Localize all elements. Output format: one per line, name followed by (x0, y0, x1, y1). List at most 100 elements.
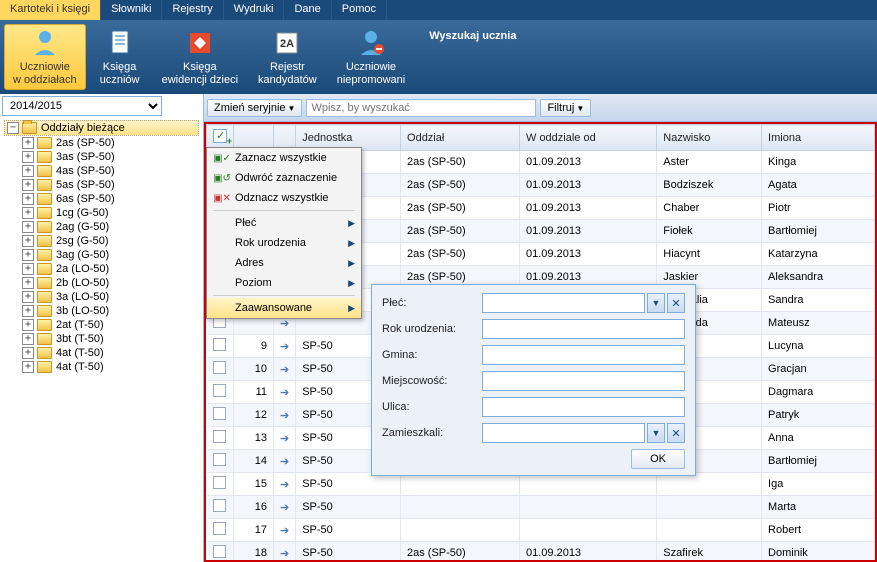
ctx-birth-year[interactable]: Rok urodzenia ▶ (207, 233, 361, 253)
row-checkbox[interactable] (213, 522, 226, 535)
popup-gmina-input[interactable] (482, 345, 685, 365)
expand-icon[interactable]: + (22, 319, 34, 331)
menubar-item[interactable]: Dane (284, 0, 331, 20)
ctx-address[interactable]: Adres ▶ (207, 253, 361, 273)
tree-node[interactable]: +2a (LO-50) (4, 262, 203, 276)
goto-icon[interactable]: ➔ (274, 519, 296, 542)
table-row[interactable]: 17➔SP-50Robert (207, 519, 875, 542)
tree-root[interactable]: − Oddziały bieżące (4, 120, 199, 136)
ctx-select-all[interactable]: ▣✓ Zaznacz wszystkie (207, 148, 361, 168)
popup-birth-input[interactable] (482, 319, 685, 339)
tree-node[interactable]: +2sg (G-50) (4, 234, 203, 248)
expand-icon[interactable]: + (22, 221, 34, 233)
expand-icon[interactable]: + (22, 361, 34, 373)
tree-node[interactable]: +3b (LO-50) (4, 304, 203, 318)
goto-icon[interactable]: ➔ (274, 358, 296, 381)
ribbon-search-label[interactable]: Wyszukaj ucznia (415, 24, 530, 90)
menubar-item[interactable]: Pomoc (332, 0, 387, 20)
expand-icon[interactable]: + (22, 347, 34, 359)
ok-button[interactable]: OK (631, 449, 685, 469)
tree-node[interactable]: +4as (SP-50) (4, 164, 203, 178)
goto-icon[interactable]: ➔ (274, 381, 296, 404)
goto-icon[interactable]: ➔ (274, 427, 296, 450)
row-checkbox[interactable] (213, 545, 226, 558)
tree-node[interactable]: +2b (LO-50) (4, 276, 203, 290)
change-serial-button[interactable]: Zmień seryjnie▼ (207, 99, 302, 117)
clear-icon[interactable]: ✕ (667, 423, 685, 443)
ctx-invert[interactable]: ▣↺ Odwróć zaznaczenie (207, 168, 361, 188)
clear-icon[interactable]: ✕ (667, 293, 685, 313)
popup-city-input[interactable] (482, 371, 685, 391)
tree-node[interactable]: +2ag (G-50) (4, 220, 203, 234)
dropdown-icon[interactable]: ▼ (647, 423, 665, 443)
goto-icon[interactable]: ➔ (274, 542, 296, 562)
tree-node[interactable]: +5as (SP-50) (4, 178, 203, 192)
goto-icon[interactable]: ➔ (274, 496, 296, 519)
dropdown-icon[interactable]: ▼ (647, 293, 665, 313)
row-checkbox[interactable] (213, 384, 226, 397)
expand-icon[interactable]: + (22, 179, 34, 191)
tree-node[interactable]: +3as (SP-50) (4, 150, 203, 164)
tree-node[interactable]: +2as (SP-50) (4, 136, 203, 150)
goto-icon[interactable]: ➔ (274, 335, 296, 358)
tree-node[interactable]: +3ag (G-50) (4, 248, 203, 262)
goto-icon[interactable]: ➔ (274, 450, 296, 473)
popup-sex-input[interactable] (482, 293, 645, 313)
ctx-advanced[interactable]: Zaawansowane ▶ (207, 298, 361, 318)
goto-icon[interactable]: ➔ (274, 404, 296, 427)
ctx-level[interactable]: Poziom ▶ (207, 273, 361, 293)
row-checkbox[interactable] (213, 499, 226, 512)
ctx-sex[interactable]: Płeć ▶ (207, 213, 361, 233)
header-imiona[interactable]: Imiona (762, 125, 875, 151)
row-checkbox[interactable] (213, 361, 226, 374)
popup-street-input[interactable] (482, 397, 685, 417)
expand-icon[interactable]: + (22, 291, 34, 303)
tree-node[interactable]: +2at (T-50) (4, 318, 203, 332)
expand-icon[interactable]: + (22, 333, 34, 345)
row-checkbox[interactable] (213, 453, 226, 466)
year-select[interactable]: 2014/2015 (2, 96, 162, 116)
tree-node[interactable]: +3a (LO-50) (4, 290, 203, 304)
popup-residents-input[interactable] (482, 423, 645, 443)
tree-node[interactable]: +4at (T-50) (4, 346, 203, 360)
ribbon-button[interactable]: 2ARejestrkandydatów (250, 24, 325, 90)
grid-search-input[interactable] (306, 99, 536, 117)
ribbon-button[interactable]: Księgaewidencji dzieci (154, 24, 246, 90)
tree-node[interactable]: +3bt (T-50) (4, 332, 203, 346)
row-checkbox[interactable] (213, 338, 226, 351)
filter-button[interactable]: Filtruj▼ (540, 99, 591, 117)
tree-node[interactable]: +1cg (G-50) (4, 206, 203, 220)
expand-icon[interactable]: + (22, 193, 34, 205)
table-row[interactable]: 16➔SP-50Marta (207, 496, 875, 519)
table-row[interactable]: 18➔SP-502as (SP-50)01.09.2013SzafirekDom… (207, 542, 875, 562)
expand-icon[interactable]: + (22, 277, 34, 289)
goto-icon[interactable]: ➔ (274, 473, 296, 496)
tree-node[interactable]: +4at (T-50) (4, 360, 203, 374)
expand-icon[interactable]: + (22, 305, 34, 317)
menubar-item[interactable]: Wydruki (224, 0, 285, 20)
expand-icon[interactable]: + (22, 263, 34, 275)
expand-icon[interactable]: + (22, 165, 34, 177)
ctx-deselect-all[interactable]: ▣✕ Odznacz wszystkie (207, 188, 361, 208)
row-checkbox[interactable] (213, 430, 226, 443)
header-nazwisko[interactable]: Nazwisko (657, 125, 762, 151)
ribbon-button[interactable]: Uczniowiew oddziałach (4, 24, 86, 90)
row-checkbox[interactable] (213, 407, 226, 420)
collapse-icon[interactable]: − (7, 122, 19, 134)
advanced-filter-popup: Płeć: ▼ ✕ Rok urodzenia: Gmina: Mie (371, 284, 696, 476)
grid-area: + Jednostka Oddział W oddziale od Nazwis… (204, 122, 877, 562)
header-oddzial[interactable]: Oddział (401, 125, 520, 151)
expand-icon[interactable]: + (22, 137, 34, 149)
header-date[interactable]: W oddziale od (520, 125, 657, 151)
expand-icon[interactable]: + (22, 207, 34, 219)
menubar-item[interactable]: Słowniki (101, 0, 162, 20)
menubar-item[interactable]: Kartoteki i księgi (0, 0, 101, 20)
ribbon-button[interactable]: Uczniowieniepromowani (329, 24, 413, 90)
expand-icon[interactable]: + (22, 249, 34, 261)
tree-node[interactable]: +6as (SP-50) (4, 192, 203, 206)
row-checkbox[interactable] (213, 476, 226, 489)
ribbon-button[interactable]: Księgauczniów (90, 24, 150, 90)
expand-icon[interactable]: + (22, 235, 34, 247)
expand-icon[interactable]: + (22, 151, 34, 163)
menubar-item[interactable]: Rejestry (162, 0, 223, 20)
